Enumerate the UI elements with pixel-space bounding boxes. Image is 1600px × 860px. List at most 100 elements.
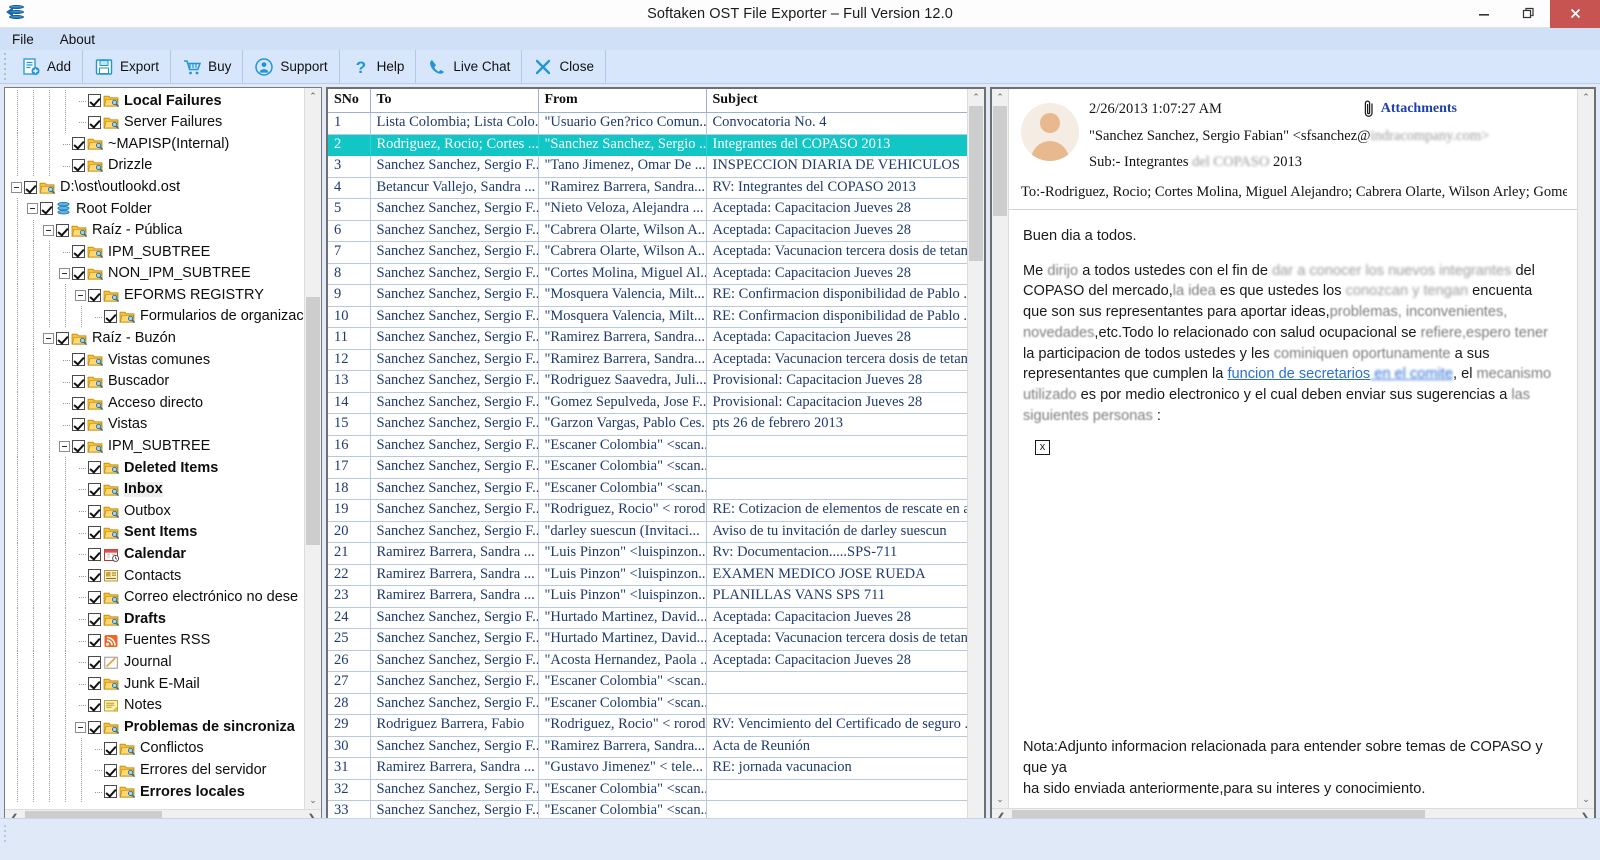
tree-node-checkbox[interactable] — [72, 418, 85, 431]
email-row[interactable]: 13Sanchez Sanchez, Sergio F..."Rodriguez… — [328, 371, 967, 393]
email-row[interactable]: 4Betancur Vallejo, Sandra ..."Ramirez Ba… — [328, 177, 967, 199]
preview-scroll-track[interactable] — [1578, 106, 1594, 791]
body-link-funcion-de-secretarios[interactable]: funcion de secretarios — [1227, 366, 1370, 382]
tree-node[interactable]: Deleted Items — [5, 457, 304, 479]
tree-scroll-track[interactable] — [305, 105, 321, 792]
tree-node-checkbox[interactable] — [88, 548, 101, 561]
tree-node-checkbox[interactable] — [40, 202, 53, 215]
maximize-button[interactable] — [1506, 0, 1550, 28]
email-row[interactable]: 19Sanchez Sanchez, Sergio F..."Rodriguez… — [328, 500, 967, 522]
tree-scroll-thumb[interactable] — [306, 297, 320, 544]
email-row[interactable]: 11Sanchez Sanchez, Sergio F..."Ramirez B… — [328, 328, 967, 350]
help-button[interactable]: ? Help — [340, 50, 417, 83]
tree-node[interactable]: EFORMS REGISTRY — [5, 284, 304, 306]
tree-collapse-icon[interactable] — [11, 182, 22, 193]
tree-node-checkbox[interactable] — [88, 634, 101, 647]
tree-scroll-down-arrow[interactable]: ⌄ — [305, 792, 321, 809]
tree-node-checkbox[interactable] — [56, 224, 69, 237]
preview-outer-scroll-down-arrow[interactable]: ⌄ — [992, 791, 1008, 808]
tree-node-checkbox[interactable] — [104, 742, 117, 755]
preview-outer-scroll-up-arrow[interactable]: ⌃ — [992, 89, 1008, 106]
email-row[interactable]: 17Sanchez Sanchez, Sergio F..."Escaner C… — [328, 457, 967, 479]
preview-scroll-down-arrow[interactable]: ⌄ — [1578, 791, 1594, 808]
column-header-sno[interactable]: SNo — [328, 89, 370, 113]
email-row[interactable]: 23Ramirez Barrera, Sandra ..."Luis Pinzo… — [328, 586, 967, 608]
email-row[interactable]: 18Sanchez Sanchez, Sergio F..."Escaner C… — [328, 478, 967, 500]
attachments-control[interactable]: Attachments — [1363, 99, 1567, 119]
email-row[interactable]: 14Sanchez Sanchez, Sergio F..."Gomez Sep… — [328, 392, 967, 414]
export-button[interactable]: Export — [83, 50, 171, 83]
tree-node-checkbox[interactable] — [88, 289, 101, 302]
tree-node[interactable]: Drizzle — [5, 155, 304, 177]
tree-node-checkbox[interactable] — [88, 116, 101, 129]
minimize-button[interactable] — [1462, 0, 1506, 28]
tree-node[interactable]: D:\ost\outlookd.ost — [5, 176, 304, 198]
preview-scroll-up-arrow[interactable]: ⌃ — [1578, 89, 1594, 106]
email-row[interactable]: 6Sanchez Sanchez, Sergio F..."Cabrera Ol… — [328, 220, 967, 242]
add-button[interactable]: Add — [10, 50, 83, 83]
email-list-scroll-area[interactable]: SNo To From Subject 1Lista Colombia; Lis… — [328, 89, 967, 826]
tree-node-checkbox[interactable] — [104, 310, 117, 323]
email-row[interactable]: 27Sanchez Sanchez, Sergio F..."Escaner C… — [328, 672, 967, 694]
tree-node-checkbox[interactable] — [88, 526, 101, 539]
tree-scroll-up-arrow[interactable]: ⌃ — [305, 88, 321, 105]
tree-node[interactable]: IPM_SUBTREE — [5, 436, 304, 458]
tree-node-checkbox[interactable] — [72, 440, 85, 453]
email-scroll-track[interactable] — [968, 106, 984, 809]
menu-item-about[interactable]: About — [60, 32, 95, 47]
tree-node-checkbox[interactable] — [72, 159, 85, 172]
tree-node[interactable]: IPM_SUBTREE — [5, 241, 304, 263]
tree-node[interactable]: Server Failures — [5, 112, 304, 134]
tree-node-checkbox[interactable] — [56, 332, 69, 345]
tree-node-checkbox[interactable] — [104, 764, 117, 777]
tree-node[interactable]: ~MAPISP(Internal) — [5, 133, 304, 155]
tree-node-checkbox[interactable] — [104, 785, 117, 798]
tree-node-checkbox[interactable] — [88, 656, 101, 669]
column-header-subject[interactable]: Subject — [706, 89, 967, 113]
tree-collapse-icon[interactable] — [75, 722, 86, 733]
tree-node[interactable]: Acceso directo — [5, 392, 304, 414]
tree-node[interactable]: Errores locales — [5, 781, 304, 803]
tree-node-checkbox[interactable] — [24, 181, 37, 194]
tree-node-checkbox[interactable] — [88, 569, 101, 582]
close-button[interactable]: Close — [522, 50, 606, 83]
tree-node[interactable]: Notes — [5, 695, 304, 717]
tree-node-checkbox[interactable] — [72, 245, 85, 258]
tree-node[interactable]: Local Failures — [5, 90, 304, 112]
email-row[interactable]: 31Ramirez Barrera, Sandra ..."Gustavo Ji… — [328, 758, 967, 780]
email-row[interactable]: 28Sanchez Sanchez, Sergio F..."Escaner C… — [328, 693, 967, 715]
email-row[interactable]: 12Sanchez Sanchez, Sergio F..."Ramirez B… — [328, 349, 967, 371]
tree-collapse-icon[interactable] — [27, 203, 38, 214]
email-row[interactable]: 24Sanchez Sanchez, Sergio F..."Hurtado M… — [328, 607, 967, 629]
tree-vertical-scrollbar[interactable]: ⌃ ⌄ — [304, 88, 321, 809]
email-row[interactable]: 30Sanchez Sanchez, Sergio F..."Ramirez B… — [328, 736, 967, 758]
email-row[interactable]: 26Sanchez Sanchez, Sergio F..."Acosta He… — [328, 650, 967, 672]
tree-node[interactable]: Conflictos — [5, 738, 304, 760]
email-scroll-thumb[interactable] — [969, 106, 983, 261]
email-scroll-up-arrow[interactable]: ⌃ — [968, 89, 984, 106]
email-row[interactable]: 5Sanchez Sanchez, Sergio F..."Nieto Velo… — [328, 199, 967, 221]
tree-node[interactable]: Sent Items — [5, 522, 304, 544]
tree-collapse-icon[interactable] — [59, 441, 70, 452]
tree-node[interactable]: Fuentes RSS — [5, 630, 304, 652]
preview-vertical-scrollbar[interactable]: ⌃ ⌄ — [1577, 89, 1594, 808]
tree-node-checkbox[interactable] — [72, 397, 85, 410]
tree-node[interactable]: Vistas comunes — [5, 349, 304, 371]
tree-collapse-icon[interactable] — [43, 333, 54, 344]
tree-node[interactable]: Junk E-Mail — [5, 673, 304, 695]
tree-node-checkbox[interactable] — [72, 137, 85, 150]
email-row[interactable]: 29Rodriguez Barrera, Fabio"Rodriguez, Ro… — [328, 715, 967, 737]
live-chat-button[interactable]: Live Chat — [416, 50, 522, 83]
folder-tree[interactable]: Local FailuresServer Failures~MAPISP(Int… — [5, 88, 304, 809]
email-list-vertical-scrollbar[interactable]: ⌃ ⌄ — [967, 89, 984, 826]
menu-item-file[interactable]: File — [12, 32, 34, 47]
tree-collapse-icon[interactable] — [59, 268, 70, 279]
tree-collapse-icon[interactable] — [75, 290, 86, 301]
tree-node[interactable]: Formularios de organizac — [5, 306, 304, 328]
tree-collapse-icon[interactable] — [43, 225, 54, 236]
email-row[interactable]: 32Sanchez Sanchez, Sergio F..."Escaner C… — [328, 779, 967, 801]
preview-outer-scroll-thumb[interactable] — [993, 106, 1007, 216]
email-row[interactable]: 22Ramirez Barrera, Sandra ..."Luis Pinzo… — [328, 564, 967, 586]
body-link-en-el-comite[interactable]: en el comite — [1370, 366, 1453, 382]
tree-node-checkbox[interactable] — [88, 699, 101, 712]
